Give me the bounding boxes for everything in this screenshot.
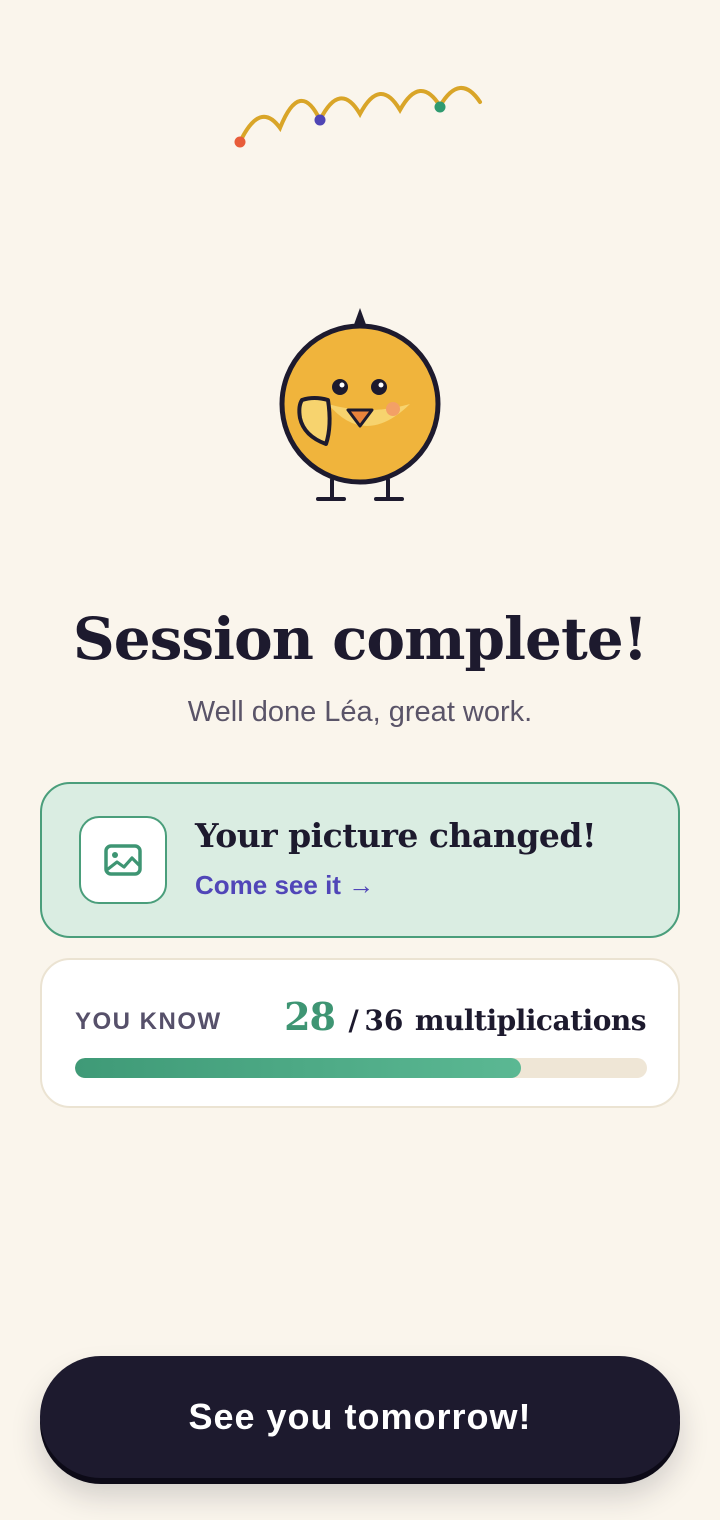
progress-label: YOU KNOW bbox=[75, 1008, 222, 1035]
known-count: 28 bbox=[284, 994, 336, 1039]
picture-changed-card[interactable]: Your picture changed! Come see it → bbox=[40, 782, 680, 938]
progress-count: 28 / 36 multiplications bbox=[284, 994, 646, 1039]
count-separator: / bbox=[348, 1004, 359, 1037]
chick-mascot-icon bbox=[279, 308, 441, 501]
progress-bar-fill bbox=[75, 1058, 522, 1078]
total-count: 36 bbox=[364, 1004, 404, 1037]
image-icon bbox=[104, 844, 142, 876]
page-subtitle: Well done Léa, great work. bbox=[187, 696, 533, 728]
see-you-tomorrow-button[interactable]: See you tomorrow! bbox=[40, 1356, 680, 1478]
come-see-it-link[interactable]: Come see it → bbox=[195, 870, 374, 901]
count-unit: multiplications bbox=[414, 1004, 647, 1037]
progress-card: YOU KNOW 28 / 36 multiplications bbox=[40, 958, 680, 1108]
picture-card-title: Your picture changed! bbox=[195, 816, 596, 855]
confetti-squiggle-icon bbox=[234, 86, 482, 148]
picture-icon-box bbox=[79, 816, 167, 904]
page-title: Session complete! bbox=[72, 605, 648, 673]
progress-bar bbox=[75, 1058, 647, 1078]
